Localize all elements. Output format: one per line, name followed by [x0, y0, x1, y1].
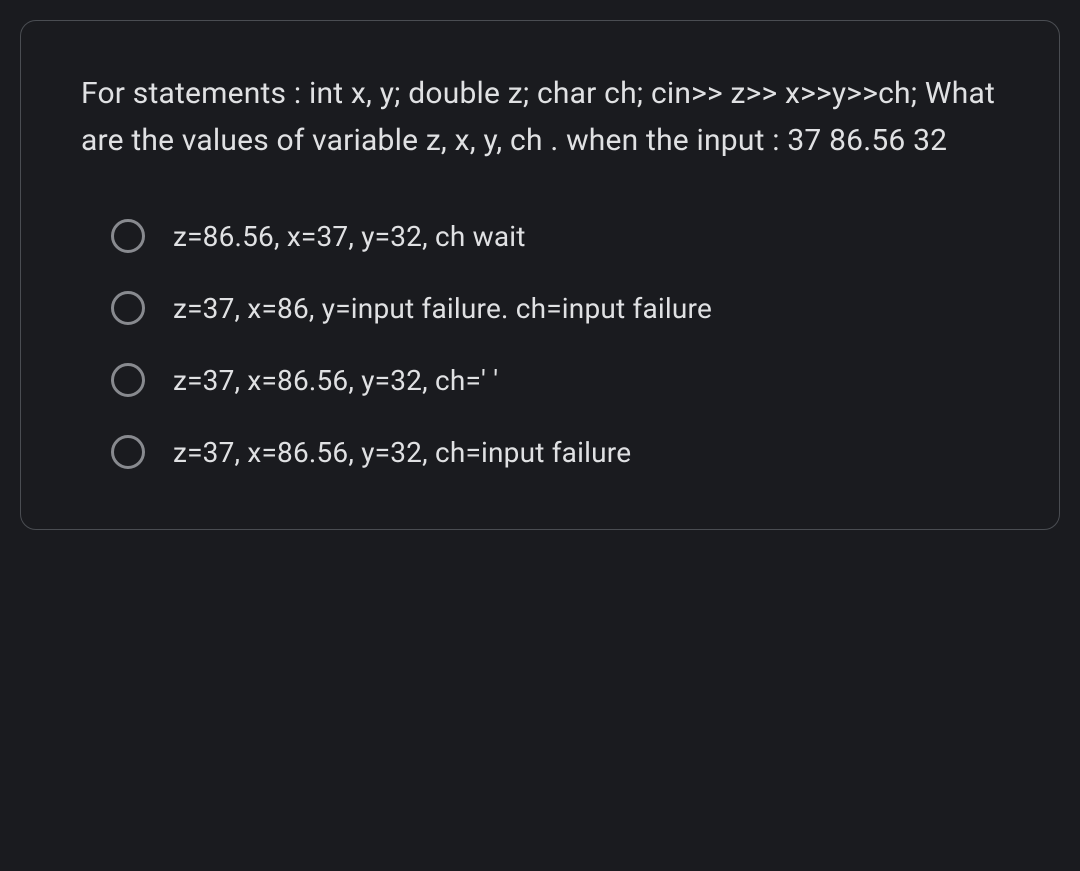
option-row[interactable]: z=37, x=86.56, y=32, ch=input failure — [111, 435, 999, 469]
option-label: z=37, x=86.56, y=32, ch=input failure — [173, 436, 631, 469]
option-row[interactable]: z=37, x=86.56, y=32, ch=' ' — [111, 363, 999, 397]
radio-icon — [111, 363, 145, 397]
option-row[interactable]: z=86.56, x=37, y=32, ch wait — [111, 219, 999, 253]
radio-icon — [111, 435, 145, 469]
option-label: z=86.56, x=37, y=32, ch wait — [173, 220, 526, 253]
options-container: z=86.56, x=37, y=32, ch wait z=37, x=86,… — [81, 219, 999, 469]
radio-icon — [111, 291, 145, 325]
question-text: For statements : int x, y; double z; cha… — [81, 71, 999, 164]
option-row[interactable]: z=37, x=86, y=input failure. ch=input fa… — [111, 291, 999, 325]
question-card: For statements : int x, y; double z; cha… — [20, 20, 1060, 530]
radio-icon — [111, 219, 145, 253]
option-label: z=37, x=86.56, y=32, ch=' ' — [173, 364, 498, 397]
option-label: z=37, x=86, y=input failure. ch=input fa… — [173, 292, 712, 325]
